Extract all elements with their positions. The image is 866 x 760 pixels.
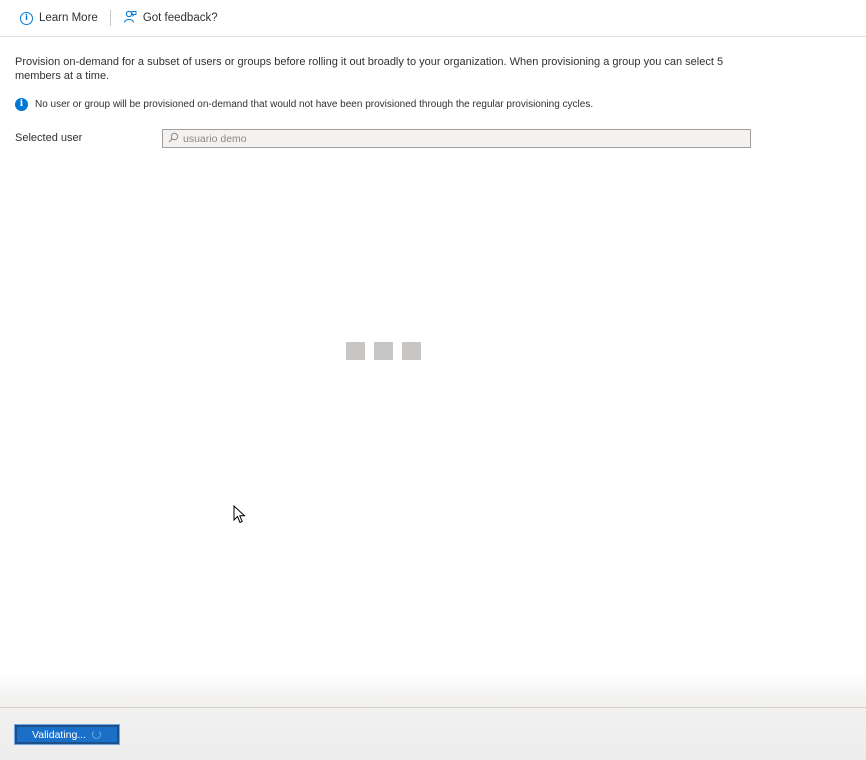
cursor-icon bbox=[233, 504, 247, 530]
info-message: i No user or group will be provisioned o… bbox=[15, 98, 593, 111]
validate-label: Validating... bbox=[32, 728, 87, 741]
info-icon: i bbox=[20, 11, 33, 25]
command-bar: i Learn More Got feedback? bbox=[0, 0, 866, 37]
selected-user-search[interactable] bbox=[162, 129, 751, 148]
validate-button[interactable]: Validating... bbox=[14, 724, 120, 745]
learn-more-label: Learn More bbox=[39, 12, 98, 24]
toolbar-divider bbox=[109, 10, 111, 26]
feedback-button[interactable]: Got feedback? bbox=[123, 7, 218, 29]
footer-bar bbox=[0, 672, 866, 760]
feedback-label: Got feedback? bbox=[142, 12, 218, 24]
loading-dot bbox=[402, 342, 421, 360]
footer-divider bbox=[0, 707, 866, 708]
loading-icon bbox=[346, 342, 421, 360]
info-message-text: No user or group will be provisioned on-… bbox=[35, 99, 594, 110]
info-icon: i bbox=[15, 98, 28, 111]
feedback-icon bbox=[123, 10, 137, 27]
search-input[interactable] bbox=[183, 132, 743, 145]
description-text: Provision on-demand for a subset of user… bbox=[15, 56, 724, 82]
spinner-icon bbox=[92, 730, 102, 739]
loading-dot bbox=[374, 342, 393, 360]
learn-more-button[interactable]: i Learn More bbox=[20, 7, 98, 29]
loading-dot bbox=[346, 342, 365, 360]
selected-user-label: Selected user bbox=[15, 132, 83, 144]
search-icon bbox=[168, 130, 179, 148]
provision-on-demand-page: i Learn More Got feedback? Provision on-… bbox=[0, 0, 866, 760]
